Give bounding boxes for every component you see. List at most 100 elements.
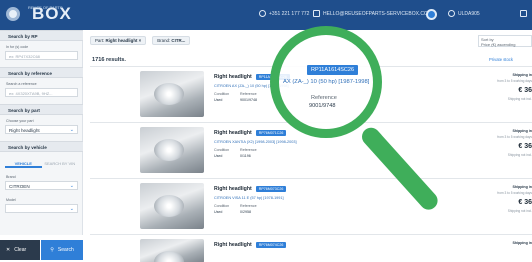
condition-label: Condition bbox=[214, 204, 230, 208]
filter-chip-part[interactable]: Part: Right headlight × bbox=[90, 35, 147, 45]
account-text: ULDA905 bbox=[458, 10, 480, 17]
result-item[interactable]: Right headlight RP76M071C26 CITROEN XANT… bbox=[90, 122, 532, 178]
filter-chip-part-value: Right headlight × bbox=[105, 37, 142, 43]
product-thumbnail[interactable] bbox=[140, 127, 204, 173]
result-title-text: Right headlight bbox=[214, 130, 252, 136]
reference-value: 0/1196 bbox=[240, 154, 251, 158]
header-account[interactable]: ULDA905 bbox=[448, 10, 480, 17]
brand-logo[interactable]: REUSE OF PARTS BOX bbox=[6, 4, 72, 24]
brand-label: Brand bbox=[6, 175, 16, 179]
rp-badge: RP76M073C26 bbox=[255, 186, 287, 192]
result-title-text: Right headlight bbox=[214, 186, 252, 192]
headlight-image bbox=[154, 195, 184, 217]
model-select[interactable]: ⌄ bbox=[5, 204, 78, 213]
vehicle-text: CITROEN AX (ZA-_) 10 (50 hp) [1987-1998] bbox=[214, 84, 289, 88]
product-thumbnail[interactable] bbox=[140, 239, 204, 262]
headlight-image bbox=[154, 251, 184, 262]
reference-value: 9001/9748 bbox=[240, 98, 257, 102]
shipping-label: Shipping in bbox=[512, 185, 532, 189]
reference-label: Reference bbox=[240, 148, 257, 152]
result-item[interactable]: Right headlight RP11A1614SC26 CITROEN AX… bbox=[90, 66, 532, 122]
clear-button[interactable]: ✕ Clear bbox=[0, 240, 40, 260]
shipping-note: Shipping not incl. bbox=[507, 209, 532, 213]
user-icon bbox=[448, 10, 455, 17]
search-sidebar: Search by RP In for (s) code ex: RP47X32… bbox=[0, 30, 83, 262]
price: € 36 bbox=[518, 199, 532, 206]
sort-value: Price (€) ascending bbox=[481, 42, 516, 47]
phone-text: +351 221 177 772 bbox=[269, 10, 310, 17]
product-thumbnail[interactable] bbox=[140, 71, 204, 117]
shipping-label: Shipping in bbox=[512, 241, 532, 245]
mail-icon bbox=[313, 10, 320, 17]
shipping-label: Shipping in bbox=[512, 129, 532, 133]
rp-input[interactable]: ex: RP47X32C68 bbox=[5, 51, 78, 60]
result-title[interactable]: Right headlight RP11A1614SC26 bbox=[214, 74, 290, 80]
result-item[interactable]: Right headlight RP76M074C26 Shipping in bbox=[90, 234, 532, 262]
price: € 36 bbox=[518, 143, 532, 150]
email-text: HELLO@REUSEOFPARTS-SERVICEBOX.COM bbox=[323, 10, 432, 17]
result-title[interactable]: Right headlight RP76M073C26 bbox=[214, 186, 287, 192]
shipping-label: Shipping in bbox=[512, 73, 532, 77]
cart-icon[interactable] bbox=[426, 9, 437, 20]
rp-badge: RP11A1614SC26 bbox=[255, 74, 290, 80]
chevron-down-icon: ⌄ bbox=[69, 206, 74, 212]
shipping-note: Shipping not incl. bbox=[507, 153, 532, 157]
condition-label: Condition bbox=[214, 148, 230, 152]
headlight-image bbox=[154, 139, 184, 161]
result-title-text: Right headlight bbox=[214, 242, 252, 248]
brand-select-value: CITROEN bbox=[9, 184, 30, 189]
filter-chip-brand[interactable]: Brand: CITR... bbox=[152, 35, 191, 45]
section-search-reference[interactable]: Search by reference bbox=[0, 67, 83, 78]
brand-select[interactable]: CITROEN ⌄ bbox=[5, 181, 78, 190]
filter-chip-part-key: Part: bbox=[95, 37, 105, 43]
results-count: 1716 results. bbox=[92, 57, 126, 63]
product-thumbnail[interactable] bbox=[140, 183, 204, 229]
tab-vehicle[interactable]: VEHICLE bbox=[5, 158, 42, 168]
header-email[interactable]: HELLO@REUSEOFPARTS-SERVICEBOX.COM bbox=[313, 10, 432, 17]
reference-input[interactable]: ex: 4X320XTA9B, 9HZ... bbox=[5, 88, 78, 97]
vehicle-text: CITROEN XANTIA (X2) [1998-2003] [1998-20… bbox=[214, 140, 297, 144]
result-title[interactable]: Right headlight RP76M071C26 bbox=[214, 130, 287, 136]
result-item[interactable]: Right headlight RP76M073C26 CITROEN VISA… bbox=[90, 178, 532, 234]
reference-label: Reference bbox=[240, 92, 257, 96]
cart-link[interactable] bbox=[520, 10, 530, 17]
reference-label: Reference bbox=[240, 204, 257, 208]
condition-value: Used bbox=[214, 210, 223, 214]
shipping-note: Shipping not incl. bbox=[507, 97, 532, 101]
basket-icon bbox=[520, 10, 527, 17]
filter-chip-brand-value: CITR... bbox=[171, 37, 186, 43]
active-filters: Part: Right headlight × Brand: CITR... bbox=[90, 35, 191, 45]
reference-value: 0/2958 bbox=[240, 210, 251, 214]
chevron-down-icon: ⌄ bbox=[69, 127, 74, 133]
rp-label: In for (s) code bbox=[6, 45, 29, 49]
shipping-delay: from 3 to 5 working days bbox=[497, 191, 532, 195]
section-search-rp[interactable]: Search by RP bbox=[0, 30, 83, 41]
rp-badge: RP76M074C26 bbox=[255, 242, 287, 248]
filter-chip-brand-key: Brand: bbox=[157, 37, 171, 43]
sidebar-actions: ✕ Clear ⚲ Search bbox=[0, 235, 83, 262]
sort-select[interactable]: Sort by Price (€) ascending bbox=[478, 35, 532, 47]
condition-value: Used bbox=[214, 98, 223, 102]
result-title-text: Right headlight bbox=[214, 74, 252, 80]
top-header: REUSE OF PARTS BOX +351 221 177 772 HELL… bbox=[0, 0, 532, 30]
section-search-vehicle[interactable]: Search by vehicle bbox=[0, 141, 83, 152]
shipping-delay: from 3 to 5 working days bbox=[497, 135, 532, 139]
price: € 36 bbox=[518, 87, 532, 94]
chevron-down-icon: ⌄ bbox=[69, 183, 74, 189]
header-phone[interactable]: +351 221 177 772 bbox=[259, 10, 309, 17]
search-button[interactable]: ⚲ Search bbox=[41, 240, 83, 260]
part-select-value: Right headlight bbox=[9, 128, 40, 133]
result-title[interactable]: Right headlight RP76M074C26 bbox=[214, 242, 287, 248]
headlight-image bbox=[154, 83, 184, 105]
search-icon: ⚲ bbox=[50, 247, 54, 253]
phone-icon bbox=[259, 10, 266, 17]
tab-search-vin[interactable]: SEARCH BY VIN bbox=[42, 158, 79, 168]
condition-value: Used bbox=[214, 154, 223, 158]
private-stock-link[interactable]: Private stock bbox=[489, 57, 513, 62]
condition-label: Condition bbox=[214, 92, 230, 96]
section-search-part[interactable]: Search by part bbox=[0, 104, 83, 115]
vehicle-text: CITROEN VISA 11 E (57 hp) [1978-1991] bbox=[214, 196, 284, 200]
close-icon: ✕ bbox=[6, 247, 11, 253]
part-select[interactable]: Right headlight ⌄ bbox=[5, 125, 78, 134]
vehicle-tabs: VEHICLE SEARCH BY VIN bbox=[5, 158, 78, 168]
